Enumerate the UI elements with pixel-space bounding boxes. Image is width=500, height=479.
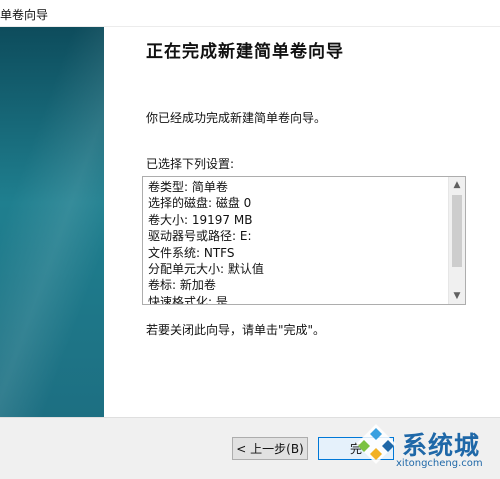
scroll-thumb[interactable]	[452, 195, 462, 267]
wizard-description: 你已经成功完成新建简单卷向导。	[146, 111, 327, 125]
vertical-scrollbar[interactable]: ▲ ▼	[448, 177, 465, 304]
wizard-side-banner	[0, 27, 104, 417]
back-button[interactable]: < 上一步(B)	[232, 437, 308, 460]
settings-item: 分配单元大小: 默认值	[148, 262, 264, 277]
window-title: 单卷向导	[0, 8, 49, 22]
settings-list-box[interactable]: 卷类型: 简单卷 选择的磁盘: 磁盘 0 卷大小: 19197 MB 驱动器号或…	[142, 176, 466, 305]
title-bar: 单卷向导	[0, 0, 500, 27]
wizard-content: 正在完成新建简单卷向导 你已经成功完成新建简单卷向导。 已选择下列设置: 卷类型…	[104, 27, 500, 417]
watermark-brand: 系统城	[402, 431, 481, 460]
settings-item: 卷大小: 19197 MB	[148, 212, 253, 227]
scroll-up-arrow-icon[interactable]: ▲	[449, 177, 465, 193]
close-hint: 若要关闭此向导，请单击"完成"。	[146, 323, 326, 337]
settings-item: 快速格式化: 是	[148, 294, 228, 305]
settings-item: 驱动器号或路径: E:	[148, 229, 252, 244]
watermark-logo-icon	[356, 424, 396, 464]
watermark-url: xitongcheng.com	[396, 458, 483, 469]
settings-label: 已选择下列设置:	[146, 157, 235, 171]
wizard-heading: 正在完成新建简单卷向导	[146, 42, 344, 62]
scroll-down-arrow-icon[interactable]: ▼	[449, 288, 465, 304]
settings-item: 卷标: 新加卷	[148, 278, 216, 293]
settings-item: 选择的磁盘: 磁盘 0	[148, 196, 252, 211]
settings-item: 文件系统: NTFS	[148, 245, 235, 260]
settings-item: 卷类型: 简单卷	[148, 180, 228, 194]
banner-sheen	[0, 27, 104, 417]
settings-list: 卷类型: 简单卷 选择的磁盘: 磁盘 0 卷大小: 19197 MB 驱动器号或…	[148, 179, 264, 305]
watermark: 系统城 xitongcheng.com	[352, 414, 500, 478]
